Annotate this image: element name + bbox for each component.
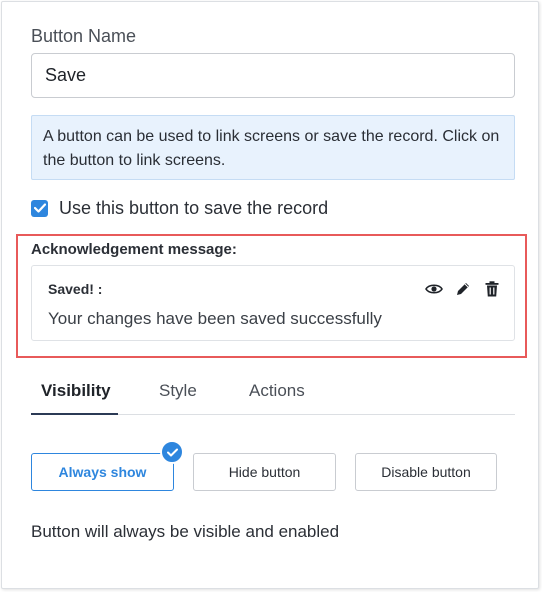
save-record-checkbox-row[interactable]: Use this button to save the record <box>31 197 328 219</box>
tab-actions[interactable]: Actions <box>249 381 305 401</box>
acknowledgement-message: Your changes have been saved successfull… <box>48 309 382 328</box>
acknowledgement-card: Saved! : Your changes have been saved su… <box>31 265 515 341</box>
checkmark-icon <box>33 203 46 213</box>
visibility-status-text: Button will always be visible and enable… <box>31 522 340 541</box>
button-name-input[interactable] <box>31 53 515 98</box>
settings-tabs: Visibility Style Actions <box>31 370 515 415</box>
selected-check-badge <box>160 440 184 464</box>
eye-icon[interactable] <box>425 280 443 298</box>
pencil-icon[interactable] <box>454 280 472 298</box>
acknowledgement-actions <box>425 280 501 298</box>
save-record-checkbox-label: Use this button to save the record <box>59 197 329 218</box>
always-show-button[interactable]: Always show <box>31 453 174 491</box>
disable-button-option[interactable]: Disable button <box>355 453 497 491</box>
acknowledgement-title: Acknowledgement message: <box>31 241 237 258</box>
tab-visibility[interactable]: Visibility <box>41 381 111 401</box>
button-name-label: Button Name <box>31 26 137 46</box>
tab-style[interactable]: Style <box>159 381 197 401</box>
trash-icon[interactable] <box>483 280 501 298</box>
check-icon <box>166 448 178 456</box>
hide-button-option[interactable]: Hide button <box>193 453 336 491</box>
active-tab-indicator <box>31 413 118 415</box>
save-record-checkbox[interactable] <box>31 199 48 217</box>
acknowledgement-heading: Saved! : <box>48 281 103 297</box>
info-box: A button can be used to link screens or … <box>31 115 515 180</box>
